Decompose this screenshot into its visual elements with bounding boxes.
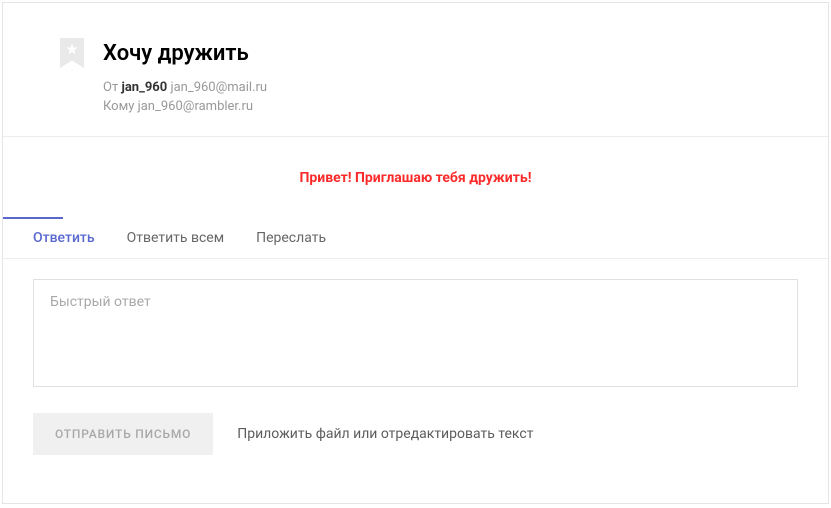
to-row: Кому jan_960@rambler.ru [103,99,798,114]
send-button[interactable]: ОТПРАВИТЬ ПИСЬМО [33,413,213,455]
attach-edit-link[interactable]: Приложить файл или отредактировать текст [237,426,533,442]
tab-reply-all[interactable]: Ответить всем [127,218,240,258]
star-icon [65,42,79,56]
email-header: Хочу дружить От jan_960 jan_960@mail.ru … [3,3,828,136]
tab-forward[interactable]: Переслать [256,218,342,258]
from-name: jan_960 [121,80,167,95]
from-email[interactable]: jan_960@mail.ru [170,80,267,95]
to-email[interactable]: jan_960@rambler.ru [138,99,253,114]
email-subject: Хочу дружить [103,41,798,66]
to-label: Кому [103,99,134,114]
email-body: Привет! Приглашаю тебя дружить! [3,137,828,218]
from-row: От jan_960 jan_960@mail.ru [103,80,798,95]
reply-area [3,259,828,391]
email-body-text: Привет! Приглашаю тебя дружить! [300,170,532,186]
reply-tabs: Ответить Ответить всем Переслать [3,218,828,259]
from-label: От [103,80,118,95]
reply-actions: ОТПРАВИТЬ ПИСЬМО Приложить файл или отре… [3,391,828,477]
tab-reply[interactable]: Ответить [33,218,111,258]
quick-reply-input[interactable] [33,279,798,387]
